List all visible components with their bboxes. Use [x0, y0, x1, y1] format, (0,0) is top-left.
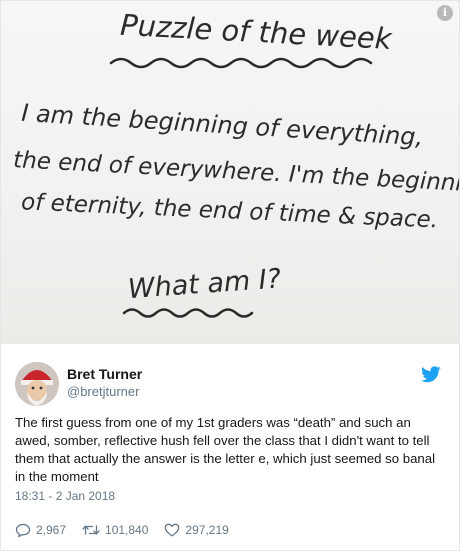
author-name[interactable]: Bret Turner — [67, 366, 142, 382]
avatar[interactable] — [15, 362, 59, 406]
question-text: What am I? — [127, 263, 282, 305]
reply-button[interactable]: 2,967 — [15, 523, 66, 538]
retweet-count: 101,840 — [105, 523, 149, 537]
reply-count: 2,967 — [36, 523, 67, 537]
riddle-line-1: I am the beginning of everything, — [21, 99, 424, 152]
like-button[interactable]: 297,219 — [164, 523, 229, 537]
info-icon[interactable]: i — [437, 5, 453, 21]
heading-text: Puzzle of the week — [119, 8, 393, 56]
author-handle[interactable]: @bretjturner — [67, 384, 139, 399]
like-count: 297,219 — [185, 523, 229, 537]
avatar-picture — [15, 362, 59, 406]
tweet-actions: 2,967 101,840 297,219 — [15, 520, 245, 540]
riddle-line-3: of eternity, the end of time & space. — [21, 189, 439, 233]
tweet-text: The first guess from one of my 1st grade… — [15, 415, 436, 484]
tweet-timestamp[interactable]: 18:31 - 2 Jan 2018 — [15, 489, 115, 503]
heart-icon — [165, 523, 180, 537]
whiteboard-photo: Puzzle of the week I am the beginning of… — [1, 1, 459, 344]
twitter-bird-icon[interactable] — [421, 366, 441, 383]
riddle-line-2: the end of everywhere. I'm the beginning — [13, 147, 459, 198]
retweet-button[interactable]: 101,840 — [82, 523, 148, 537]
question-underline — [122, 308, 254, 318]
heading-underline — [109, 57, 373, 69]
tweet: Bret Turner @bretjturner The first guess… — [1, 344, 459, 550]
tweet-image-card: Puzzle of the week I am the beginning of… — [0, 0, 460, 551]
whiteboard-drawing: Puzzle of the week I am the beginning of… — [13, 8, 459, 318]
retweet-icon — [82, 525, 100, 535]
reply-icon — [15, 523, 31, 537]
